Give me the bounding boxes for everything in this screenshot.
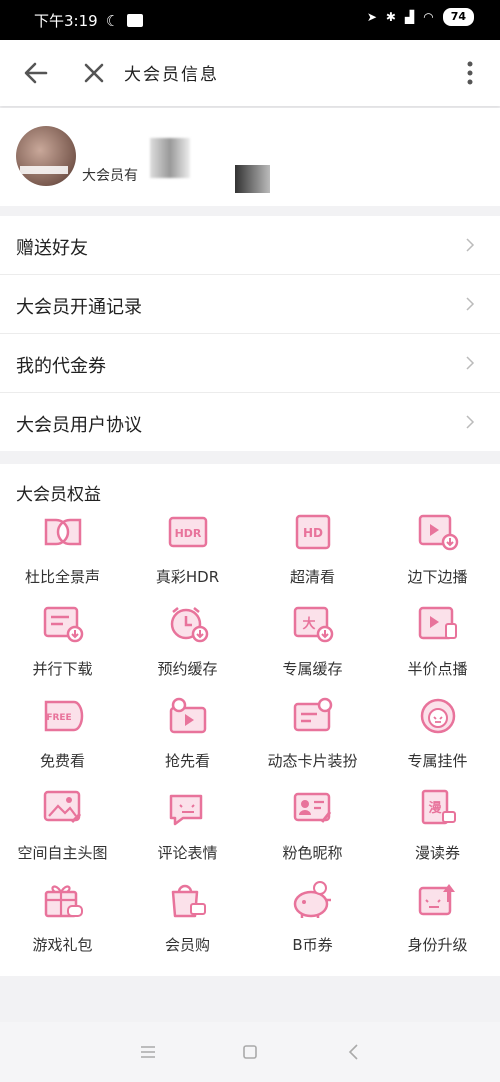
parallel-download-icon	[43, 606, 84, 643]
benefit-parallel-download[interactable]: 并行下载	[0, 604, 125, 696]
pink-name-icon	[293, 792, 332, 823]
bluetooth-icon: ✱	[385, 10, 396, 24]
download-play-icon	[418, 514, 459, 551]
battery-indicator: 74	[442, 8, 474, 26]
back-arrow-icon[interactable]	[20, 57, 52, 89]
avatar[interactable]	[16, 126, 76, 186]
benefit-comic-coupon[interactable]: 漫 漫读券	[375, 788, 500, 880]
game-gift-icon	[44, 885, 83, 918]
system-nav-bar	[0, 1022, 500, 1082]
benefit-pendant[interactable]: 专属挂件	[375, 696, 500, 788]
menu-icon[interactable]	[138, 1042, 158, 1062]
home-icon[interactable]	[240, 1042, 260, 1062]
chevron-right-icon	[466, 415, 475, 429]
benefit-comment-emoji[interactable]: 评论表情	[125, 788, 250, 880]
chevron-right-icon	[466, 356, 475, 370]
menu-list: 赠送好友 大会员开通记录 我的代金券 大会员用户协议	[0, 216, 500, 451]
moon-icon: ☾	[105, 11, 120, 30]
hd-icon: HD	[295, 514, 331, 550]
blur-mask	[235, 165, 270, 193]
chevron-right-icon	[466, 297, 475, 311]
message-icon	[127, 14, 144, 27]
early-watch-icon	[169, 697, 207, 734]
benefit-card-decoration[interactable]: 动态卡片装扮	[250, 696, 375, 788]
menu-item-label: 我的代金券	[16, 356, 106, 377]
back-icon[interactable]	[344, 1042, 364, 1062]
benefit-space-banner[interactable]: 空间自主头图	[0, 788, 125, 880]
benefit-member-shop[interactable]: 会员购	[125, 880, 250, 972]
status-time: 下午3:19	[34, 12, 98, 30]
status-bar: 下午3:19 ☾ ➤ ✱ ▟ ◠ 74	[0, 0, 500, 40]
blur-mask	[150, 138, 190, 178]
exclusive-cache-icon: 大	[293, 606, 334, 643]
card-decor-icon	[293, 697, 333, 732]
benefit-identity-upgrade[interactable]: 身份升级	[375, 880, 500, 972]
profile-name: 大会员有	[82, 168, 138, 184]
benefit-dolby[interactable]: 杜比全景声	[0, 512, 125, 604]
more-options-icon[interactable]	[454, 57, 486, 89]
pendant-icon	[420, 698, 456, 734]
benefit-download-play[interactable]: 边下边播	[375, 512, 500, 604]
benefits-title: 大会员权益	[16, 485, 101, 505]
space-banner-icon	[43, 790, 82, 824]
hdr-icon: HDR	[168, 516, 208, 548]
benefit-exclusive-cache[interactable]: 大 专属缓存	[250, 604, 375, 696]
location-icon: ➤	[366, 10, 377, 24]
free-icon: FREE	[44, 700, 84, 732]
menu-item-label: 大会员用户协议	[16, 415, 142, 436]
menu-item-label: 大会员开通记录	[16, 297, 142, 318]
svg-text:漫: 漫	[428, 800, 441, 816]
menu-item-label: 赠送好友	[16, 238, 88, 259]
benefit-early-watch[interactable]: 抢先看	[125, 696, 250, 788]
menu-item-gift-friend[interactable]: 赠送好友	[0, 216, 500, 275]
identity-upgrade-icon	[418, 884, 455, 916]
comment-emoji-icon	[169, 794, 203, 826]
benefit-hd[interactable]: HD 超清看	[250, 512, 375, 604]
member-shop-icon	[171, 884, 206, 918]
benefit-pink-nickname[interactable]: 粉色昵称	[250, 788, 375, 880]
wifi-icon: ◠	[423, 10, 434, 24]
svg-text:HDR: HDR	[175, 527, 202, 540]
bcoin-icon	[293, 881, 331, 918]
alarm-cache-icon	[170, 607, 209, 643]
toolbar: 大会员信息	[0, 40, 500, 106]
half-price-icon	[418, 606, 457, 640]
benefit-free-watch[interactable]: FREE 免费看	[0, 696, 125, 788]
benefit-hdr[interactable]: HDR 真彩HDR	[125, 512, 250, 604]
svg-text:HD: HD	[303, 526, 323, 540]
signal-icon: ▟	[404, 10, 415, 24]
benefit-half-price[interactable]: 半价点播	[375, 604, 500, 696]
page-title: 大会员信息	[124, 65, 219, 85]
benefit-reserve-cache[interactable]: 预约缓存	[125, 604, 250, 696]
close-icon[interactable]	[78, 57, 110, 89]
benefit-bcoin-coupon[interactable]: B币券	[250, 880, 375, 972]
benefits-section: 大会员权益 杜比全景声 HDR 真彩HDR HD 超清看 边下边播 并行下载 预…	[0, 464, 500, 976]
svg-text:大: 大	[302, 616, 315, 632]
comic-coupon-icon: 漫	[421, 789, 456, 825]
dolby-icon	[44, 518, 82, 546]
benefit-game-gift[interactable]: 游戏礼包	[0, 880, 125, 972]
menu-item-vouchers[interactable]: 我的代金券	[0, 334, 500, 393]
chevron-right-icon	[466, 238, 475, 252]
menu-item-subscription-records[interactable]: 大会员开通记录	[0, 275, 500, 334]
menu-item-user-agreement[interactable]: 大会员用户协议	[0, 393, 500, 451]
svg-text:FREE: FREE	[46, 713, 71, 723]
